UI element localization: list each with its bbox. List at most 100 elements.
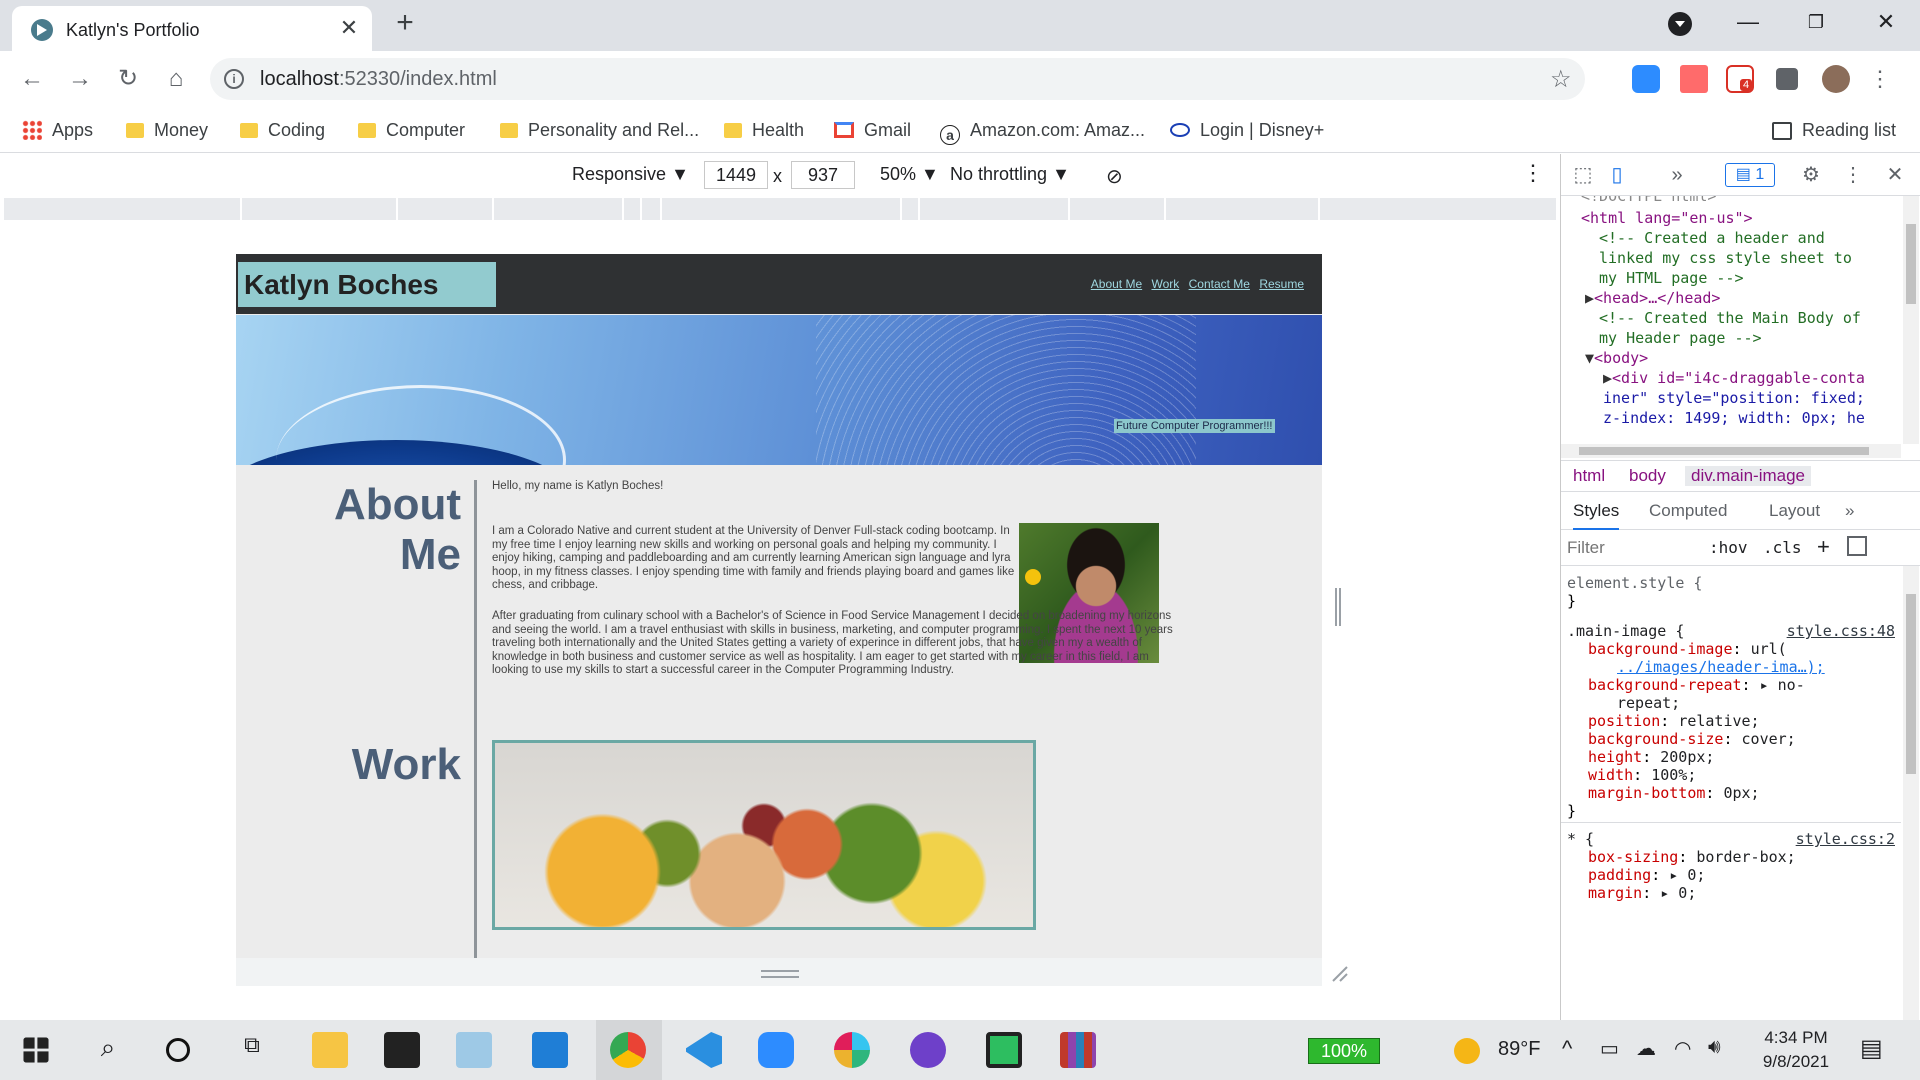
gmail-extension-icon[interactable]: 4 bbox=[1726, 65, 1754, 93]
sun-weather-icon[interactable] bbox=[1454, 1038, 1480, 1064]
body-node[interactable]: ▼<body> bbox=[1585, 348, 1648, 368]
new-tab-button[interactable]: + bbox=[390, 8, 420, 38]
universal-selector[interactable]: * { bbox=[1567, 830, 1594, 848]
comment-line[interactable]: my Header page --> bbox=[1599, 328, 1762, 348]
notifications-icon[interactable]: ▤ bbox=[1860, 1034, 1883, 1063]
zoom-extension-icon[interactable] bbox=[1632, 65, 1660, 93]
record-extension-icon[interactable] bbox=[1680, 65, 1708, 93]
nav-work-link[interactable]: Work bbox=[1151, 277, 1179, 291]
rotate-icon[interactable]: ⊘ bbox=[1106, 164, 1123, 189]
start-windows-icon[interactable] bbox=[23, 1037, 49, 1063]
viewport-width-input[interactable]: 1449 bbox=[704, 161, 768, 189]
browser-tab[interactable]: Katlyn's Portfolio ✕ bbox=[12, 6, 372, 51]
css-prop-line[interactable]: background-repeat: ▸ no- bbox=[1588, 676, 1805, 694]
chrome-icon[interactable] bbox=[610, 1032, 646, 1068]
css-prop-line[interactable]: ../images/header-ima…); bbox=[1617, 658, 1825, 676]
nav-contact-link[interactable]: Contact Me bbox=[1189, 277, 1250, 291]
bookmark-money[interactable]: Money bbox=[126, 115, 208, 145]
vscode-icon[interactable] bbox=[686, 1032, 722, 1068]
menu-kebab-icon[interactable]: ⋮ bbox=[1862, 61, 1898, 97]
media-query-bar[interactable] bbox=[4, 198, 1556, 220]
element-style-rule[interactable]: element.style { bbox=[1567, 574, 1702, 592]
devtools-menu-icon[interactable]: ⋮ bbox=[1841, 163, 1865, 187]
wifi-icon[interactable]: ◠ bbox=[1674, 1036, 1691, 1061]
back-icon[interactable]: ← bbox=[14, 61, 50, 97]
close-devtools-icon[interactable]: ✕ bbox=[1883, 163, 1907, 187]
elements-scroll-thumb[interactable] bbox=[1906, 224, 1916, 304]
comment-line[interactable]: <!-- Created a header and bbox=[1599, 228, 1825, 248]
css-prop-line[interactable]: position: relative; bbox=[1588, 712, 1760, 730]
bookmark-personality[interactable]: Personality and Rel... bbox=[500, 115, 699, 145]
media-query-marker[interactable] bbox=[492, 198, 494, 220]
bookmark-computer[interactable]: Computer bbox=[358, 115, 465, 145]
css-prop-line[interactable]: height: 200px; bbox=[1588, 748, 1714, 766]
div-node[interactable]: ▶<div id="i4c-draggable-conta bbox=[1603, 368, 1865, 388]
main-image-selector[interactable]: .main-image { bbox=[1567, 622, 1684, 640]
throttling-select[interactable]: No throttling ▼ bbox=[950, 164, 1070, 185]
url-text[interactable]: localhost:52330/index.html bbox=[260, 68, 497, 91]
bookmark-apps[interactable]: Apps bbox=[22, 115, 93, 145]
toggle-device-icon[interactable]: ▯ bbox=[1605, 163, 1629, 187]
evernote-icon[interactable] bbox=[986, 1032, 1022, 1068]
styles-scroll-thumb[interactable] bbox=[1906, 594, 1916, 774]
media-query-marker[interactable] bbox=[640, 198, 642, 220]
cls-toggle[interactable]: .cls bbox=[1763, 538, 1802, 557]
elements-tree[interactable]: <!DOCTYPE html> <html lang="en-us"> <!--… bbox=[1561, 196, 1901, 444]
media-query-marker[interactable] bbox=[1068, 198, 1070, 220]
elements-hscroll-thumb[interactable] bbox=[1579, 447, 1869, 455]
css-prop-line[interactable]: background-image: url( bbox=[1588, 640, 1787, 658]
media-query-marker[interactable] bbox=[622, 198, 624, 220]
restore-icon[interactable]: ❐ bbox=[1796, 6, 1836, 38]
comment-line[interactable]: linked my css style sheet to bbox=[1599, 248, 1852, 268]
bookmark-coding[interactable]: Coding bbox=[240, 115, 325, 145]
search-icon[interactable]: ⌕ bbox=[90, 1032, 126, 1068]
work-food-image[interactable] bbox=[492, 740, 1036, 930]
inspect-element-icon[interactable]: ⬚ bbox=[1571, 163, 1595, 187]
collapse-arrow-icon[interactable]: ▼ bbox=[1585, 349, 1594, 367]
media-query-marker[interactable] bbox=[900, 198, 902, 220]
css-prop-line[interactable]: box-sizing: border-box; bbox=[1588, 848, 1796, 866]
breadcrumb-main-image[interactable]: div.main-image bbox=[1685, 466, 1812, 486]
media-query-marker[interactable] bbox=[918, 198, 920, 220]
css-prop-line[interactable]: margin: ▸ 0; bbox=[1588, 884, 1696, 902]
doctype-line[interactable]: <!DOCTYPE html> bbox=[1581, 196, 1716, 206]
tab-styles[interactable]: Styles bbox=[1573, 501, 1620, 530]
bookmark-disney[interactable]: Login | Disney+ bbox=[1170, 115, 1324, 145]
reload-icon[interactable]: ↻ bbox=[110, 61, 146, 97]
address-bar[interactable]: i localhost:52330/index.html ☆ bbox=[210, 58, 1585, 100]
cortana-icon[interactable] bbox=[166, 1038, 190, 1062]
nav-about-link[interactable]: About Me bbox=[1091, 277, 1142, 291]
close-window-icon[interactable]: ✕ bbox=[1866, 6, 1906, 38]
slack-icon[interactable] bbox=[834, 1032, 870, 1068]
bookmark-gmail[interactable]: Gmail bbox=[834, 115, 911, 145]
new-rule-icon[interactable]: + bbox=[1817, 534, 1830, 560]
github-desktop-icon[interactable] bbox=[910, 1032, 946, 1068]
hov-toggle[interactable]: :hov bbox=[1709, 538, 1748, 557]
css-prop-line[interactable]: padding: ▸ 0; bbox=[1588, 866, 1705, 884]
onedrive-cloud-icon[interactable]: ☁ bbox=[1636, 1036, 1656, 1061]
device-more-icon[interactable]: ⋮ bbox=[1522, 160, 1544, 186]
bookmark-health[interactable]: Health bbox=[724, 115, 804, 145]
device-mode-select[interactable]: Responsive ▼ bbox=[572, 164, 689, 185]
css-url-link[interactable]: ../images/header-ima…); bbox=[1617, 658, 1825, 676]
head-node[interactable]: ▶<head>…</head> bbox=[1585, 288, 1720, 308]
zoom-select[interactable]: 50% ▼ bbox=[880, 164, 939, 185]
battery-meter[interactable]: 100% bbox=[1308, 1038, 1380, 1064]
reading-list[interactable]: Reading list bbox=[1772, 115, 1896, 145]
rule-source-link[interactable]: style.css:2 bbox=[1796, 830, 1895, 848]
clock-date[interactable]: 9/8/2021 bbox=[1756, 1052, 1836, 1072]
store-icon[interactable] bbox=[384, 1032, 420, 1068]
expand-arrow-icon[interactable]: ▶ bbox=[1585, 289, 1594, 307]
show-hidden-icons-icon[interactable]: ^ bbox=[1562, 1036, 1572, 1062]
media-query-marker[interactable] bbox=[1318, 198, 1320, 220]
media-query-marker[interactable] bbox=[240, 198, 242, 220]
issues-button[interactable]: ▤ 1 bbox=[1725, 163, 1775, 187]
bookmark-star-icon[interactable]: ☆ bbox=[1550, 65, 1572, 94]
tab-computed[interactable]: Computed bbox=[1649, 501, 1727, 521]
volume-icon[interactable]: 🔊︎ bbox=[1708, 1036, 1721, 1059]
bookmark-amazon[interactable]: a Amazon.com: Amaz... bbox=[940, 115, 1145, 145]
css-prop-line[interactable]: width: 100%; bbox=[1588, 766, 1696, 784]
html-node[interactable]: <html lang="en-us"> bbox=[1581, 208, 1753, 228]
file-explorer-icon[interactable] bbox=[312, 1032, 348, 1068]
css-prop-line[interactable]: margin-bottom: 0px; bbox=[1588, 784, 1760, 802]
